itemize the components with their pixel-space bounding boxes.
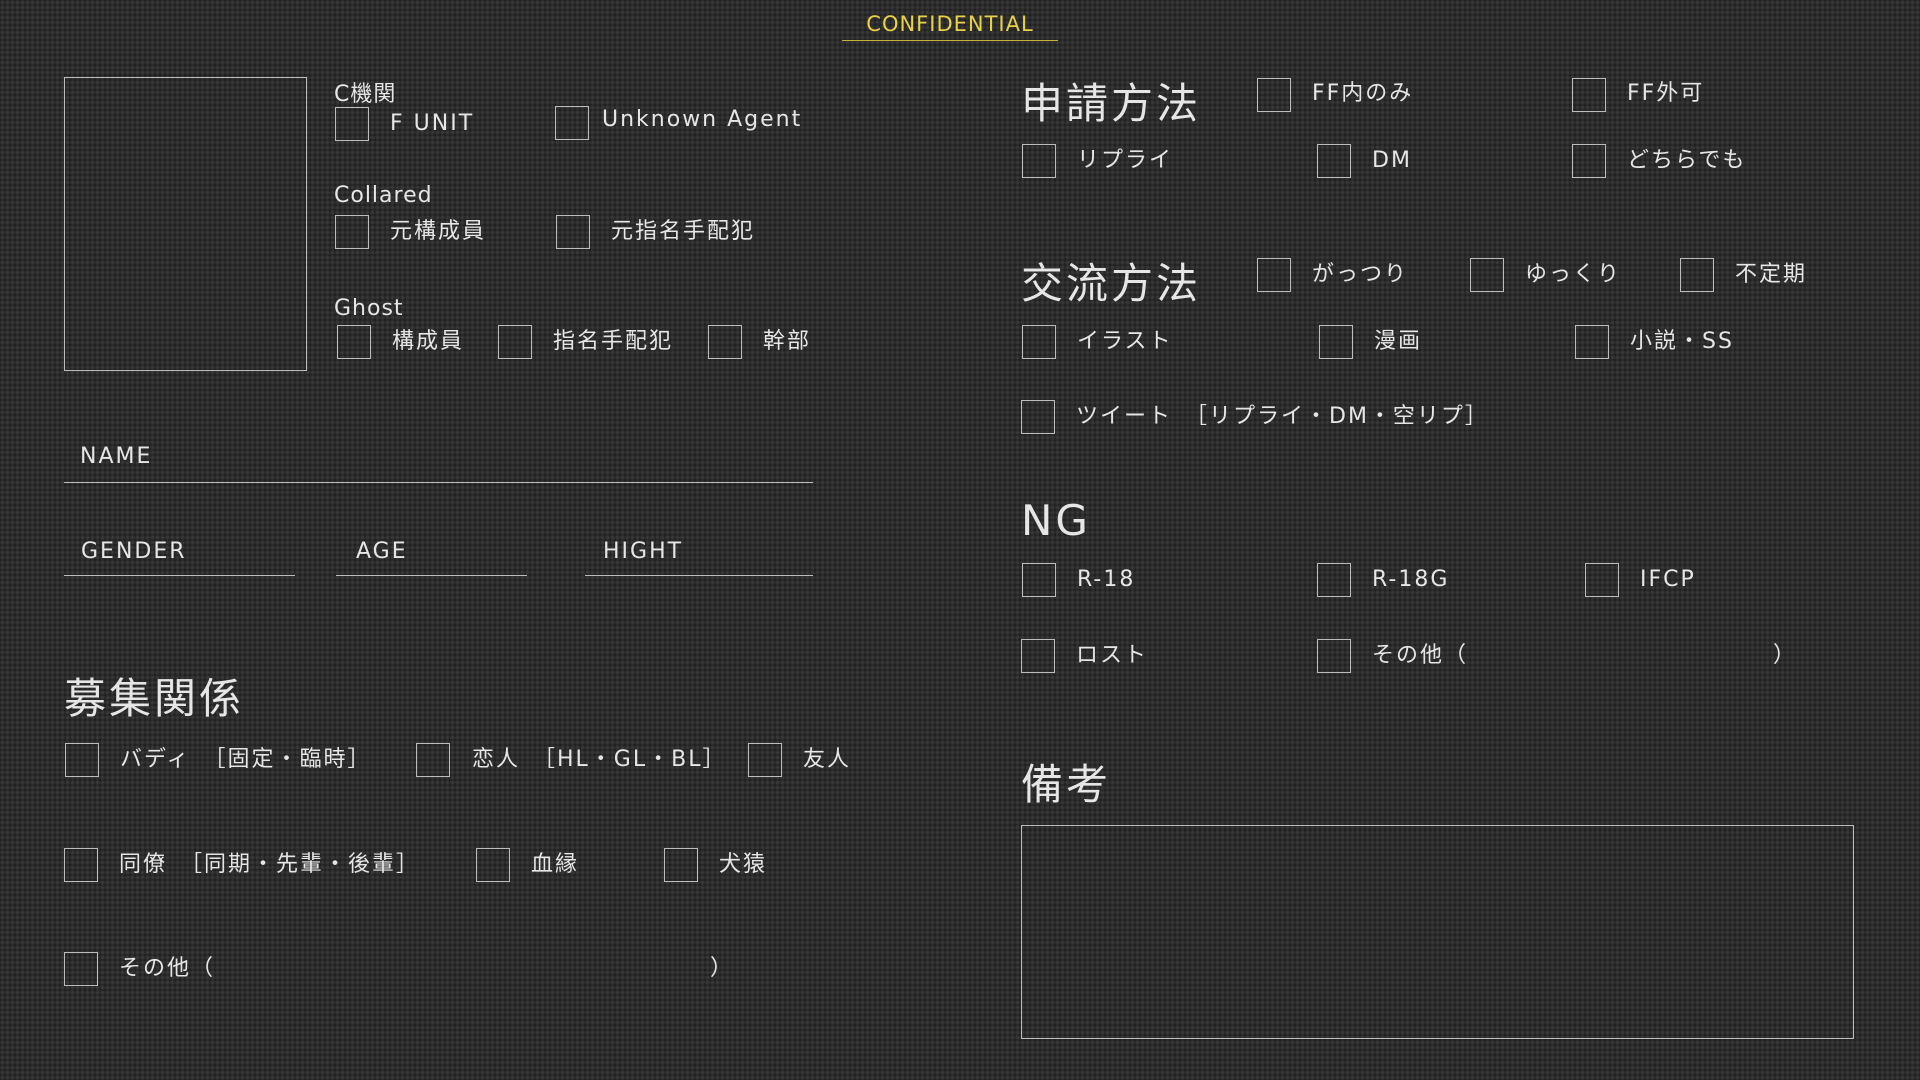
lover-checkbox[interactable] (416, 743, 450, 777)
unknown-agent-checkbox[interactable] (555, 106, 589, 140)
r18-checkbox[interactable] (1022, 563, 1056, 597)
manga-label: 漫画 (1374, 329, 1423, 354)
recruit-other-label: その他（ (119, 956, 216, 981)
illust-label: イラスト (1077, 329, 1173, 354)
recruit-heading: 募集関係 (64, 674, 245, 723)
f-unit-checkbox[interactable] (335, 107, 369, 141)
r18-label: R-18 (1077, 567, 1136, 592)
ff-outside-checkbox[interactable] (1572, 78, 1606, 112)
novel-checkbox[interactable] (1575, 325, 1609, 359)
either-checkbox[interactable] (1572, 144, 1606, 178)
lost-label: ロスト (1076, 643, 1149, 668)
gender-input-line[interactable] (64, 575, 295, 576)
buddy-checkbox[interactable] (65, 743, 99, 777)
ng-other-close: ） (1773, 643, 1798, 668)
name-field-label: NAME (80, 444, 153, 469)
ghost-member-label: 構成員 (392, 329, 465, 354)
ng-heading: NG (1021, 496, 1091, 545)
ghost-member-checkbox[interactable] (337, 325, 371, 359)
name-input-line[interactable] (64, 482, 813, 483)
tweet-checkbox[interactable] (1021, 400, 1055, 434)
hight-field-label: HIGHT (603, 539, 684, 564)
ghost-wanted-checkbox[interactable] (498, 325, 532, 359)
ghost-executive-label: 幹部 (763, 329, 812, 354)
slow-label: ゆっくり (1525, 262, 1622, 287)
application-heading: 申請方法 (1021, 79, 1202, 128)
rival-label: 犬猿 (719, 852, 768, 877)
intense-checkbox[interactable] (1257, 258, 1291, 292)
r18g-label: R-18G (1372, 567, 1450, 592)
age-input-line[interactable] (336, 575, 527, 576)
colleague-label: 同僚 ［同期・先輩・後輩］ (119, 852, 421, 877)
former-member-checkbox[interactable] (335, 215, 369, 249)
blood-label: 血縁 (531, 852, 580, 877)
lost-checkbox[interactable] (1021, 639, 1055, 673)
dm-checkbox[interactable] (1317, 144, 1351, 178)
friend-label: 友人 (803, 747, 852, 772)
irregular-checkbox[interactable] (1680, 258, 1714, 292)
former-wanted-label: 元指名手配犯 (611, 219, 756, 244)
notes-textarea[interactable] (1021, 825, 1854, 1039)
interaction-heading: 交流方法 (1021, 259, 1202, 308)
ff-only-checkbox[interactable] (1257, 78, 1291, 112)
ghost-wanted-label: 指名手配犯 (553, 329, 674, 354)
age-field-label: AGE (356, 539, 408, 564)
f-unit-label: F UNIT (390, 111, 475, 136)
reply-label: リプライ (1077, 148, 1174, 173)
lover-label: 恋人 ［HL・GL・BL］ (472, 747, 727, 772)
ifcp-label: IFCP (1640, 567, 1696, 592)
former-member-label: 元構成員 (390, 219, 487, 244)
ghost-title: Ghost (334, 296, 404, 321)
either-label: どちらでも (1627, 148, 1747, 173)
blood-checkbox[interactable] (476, 848, 510, 882)
ff-outside-label: FF外可 (1627, 81, 1705, 106)
ifcp-checkbox[interactable] (1585, 563, 1619, 597)
ng-other-checkbox[interactable] (1317, 639, 1351, 673)
colleague-checkbox[interactable] (64, 848, 98, 882)
slow-checkbox[interactable] (1470, 258, 1504, 292)
ng-other-label: その他（ (1372, 643, 1469, 668)
novel-label: 小説・SS (1630, 329, 1734, 354)
buddy-label: バディ ［固定・臨時］ (120, 747, 372, 772)
dm-label: DM (1372, 148, 1412, 173)
unknown-agent-label: Unknown Agent (602, 107, 803, 132)
ghost-executive-checkbox[interactable] (708, 325, 742, 359)
confidential-stamp: CONFIDENTIAL (842, 12, 1058, 41)
tweet-label: ツイート ［リプライ・DM・空リプ］ (1076, 404, 1489, 429)
illust-checkbox[interactable] (1022, 325, 1056, 359)
recruit-other-checkbox[interactable] (64, 952, 98, 986)
recruit-other-close: ） (710, 956, 735, 981)
notes-heading: 備考 (1021, 760, 1112, 809)
manga-checkbox[interactable] (1319, 325, 1353, 359)
reply-checkbox[interactable] (1022, 144, 1056, 178)
rival-checkbox[interactable] (664, 848, 698, 882)
c-kikan-title: C機関 (334, 82, 397, 107)
intense-label: がっつり (1312, 262, 1409, 287)
hight-input-line[interactable] (585, 575, 813, 576)
former-wanted-checkbox[interactable] (556, 215, 590, 249)
photo-frame[interactable] (64, 77, 307, 371)
collared-title: Collared (334, 183, 433, 208)
r18g-checkbox[interactable] (1317, 563, 1351, 597)
ff-only-label: FF内のみ (1312, 81, 1414, 106)
friend-checkbox[interactable] (748, 743, 782, 777)
irregular-label: 不定期 (1735, 262, 1808, 287)
gender-field-label: GENDER (81, 539, 187, 564)
